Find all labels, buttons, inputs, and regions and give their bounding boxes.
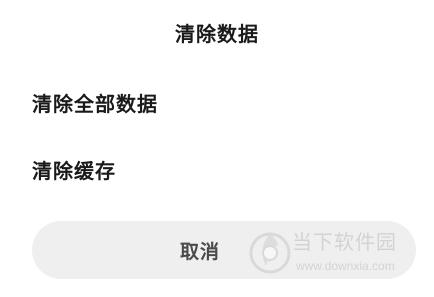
dialog-title: 清除数据 — [175, 22, 259, 46]
cancel-button-label: 取消 — [179, 240, 220, 263]
clear-data-sheet: 清除数据 清除全部数据 清除缓存 取消 当下软件园 www.downxia.co… — [0, 0, 434, 297]
cancel-button[interactable]: 取消 — [32, 221, 416, 279]
clear-all-data-option[interactable]: 清除全部数据 — [32, 90, 158, 118]
clear-cache-option[interactable]: 清除缓存 — [32, 157, 116, 185]
